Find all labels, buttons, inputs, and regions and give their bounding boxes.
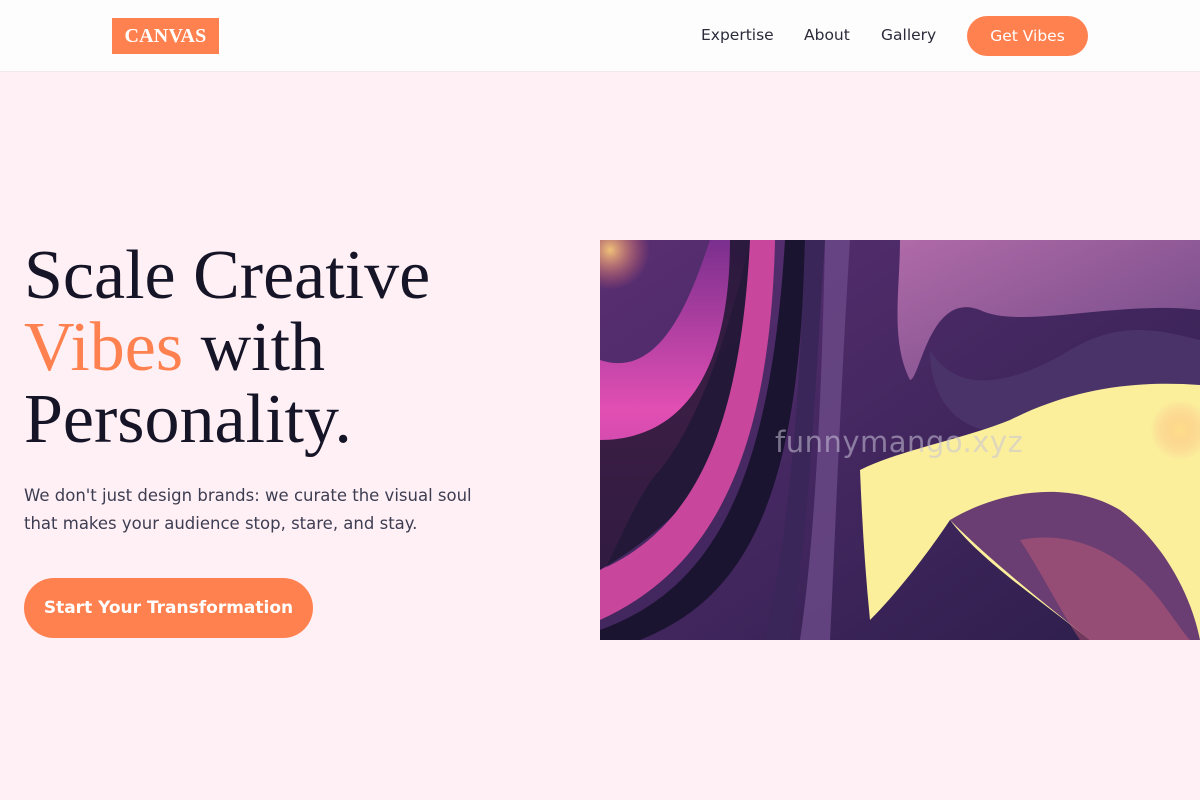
hero-abstract-image (600, 240, 1200, 640)
headline-line-2-rest: with (183, 309, 326, 386)
headline-line-1: Scale Creative (24, 237, 431, 314)
abstract-art (600, 240, 1200, 640)
logo[interactable]: CANVAS (112, 18, 219, 54)
headline-line-3: Personality. (24, 381, 352, 458)
nav-link-gallery[interactable]: Gallery (881, 24, 936, 46)
nav-link-about[interactable]: About (804, 24, 850, 46)
start-transformation-button[interactable]: Start Your Transformation (24, 578, 313, 638)
get-vibes-button[interactable]: Get Vibes (967, 16, 1088, 56)
hero-headline: Scale Creative Vibes with Personality. (24, 240, 584, 456)
headline-accent-word: Vibes (24, 309, 184, 386)
navbar: CANVAS Expertise About Gallery Get Vibes (0, 0, 1200, 72)
hero-subtext: We don't just design brands: we curate t… (24, 486, 472, 533)
nav-link-expertise[interactable]: Expertise (701, 24, 774, 46)
